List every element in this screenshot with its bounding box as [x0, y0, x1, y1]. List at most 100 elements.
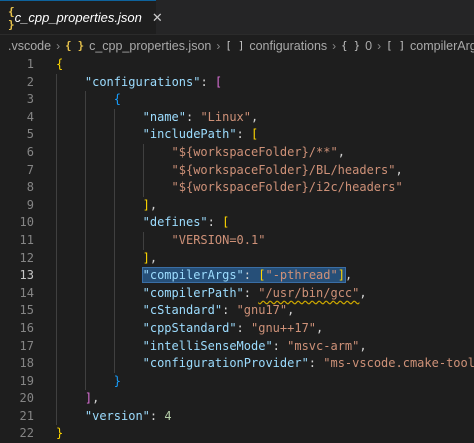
- code-content: "cppStandard": "gnu++17",: [143, 320, 324, 338]
- chevron-right-icon: ›: [377, 39, 382, 53]
- code-token: "${workspaceFolder}/BL/headers": [171, 162, 396, 177]
- code-content: {: [114, 91, 121, 109]
- line-number: 3: [26, 92, 34, 107]
- code-line[interactable]: 8 "${workspaceFolder}/i2c/headers": [0, 179, 474, 197]
- code-line[interactable]: 21 "version": 4: [0, 407, 474, 426]
- code-token: ,: [359, 338, 367, 353]
- code-line[interactable]: 5 "includePath": [: [0, 126, 474, 144]
- code-line[interactable]: 15 "cStandard": "gnu17",: [0, 302, 474, 320]
- code-content: "version": 4: [85, 408, 172, 426]
- indent-guide: [142, 179, 144, 197]
- breadcrumb: .vscode › { } c_cpp_properties.json › [ ] conf…: [0, 35, 474, 57]
- code-content: "name": "Linux",: [143, 109, 259, 127]
- code-line[interactable]: 12],: [0, 249, 474, 268]
- close-icon[interactable]: ✕: [152, 10, 163, 26]
- indent-guide: [113, 126, 115, 144]
- code-content: "cStandard": "gnu17",: [143, 302, 295, 320]
- line-number: 17: [19, 338, 34, 353]
- code-token: "configurationProvider": [142, 356, 309, 371]
- line-number: 14: [19, 285, 34, 300]
- code-line[interactable]: 2 "configurations": [: [0, 73, 474, 92]
- breadcrumb-item[interactable]: { } 0: [341, 39, 372, 53]
- code-line[interactable]: 7 "${workspaceFolder}/BL/headers",: [0, 161, 474, 180]
- indent-guide: [56, 337, 57, 356]
- code-token: [: [251, 127, 259, 142]
- code-token: }: [113, 373, 121, 388]
- code-token: ,: [316, 320, 324, 335]
- indent-guide: [84, 126, 86, 144]
- code-token: ,: [92, 391, 100, 406]
- code-line[interactable]: 11 "VERSION=0.1": [0, 231, 474, 250]
- code-token: "compilerArgs": [142, 268, 244, 283]
- line-number: 2: [26, 74, 34, 89]
- indent-guide: [113, 108, 115, 127]
- indent-guide: [84, 319, 86, 338]
- code-line[interactable]: 1{: [0, 56, 474, 74]
- code-line[interactable]: 9],: [0, 196, 474, 215]
- breadcrumb-item[interactable]: [ ] configurations: [225, 39, 327, 53]
- tab-bar: { } c_cpp_properties.json ✕: [0, 0, 474, 35]
- code-content: "compilerArgs": ["-pthread"],: [141, 267, 352, 285]
- code-token: ,: [149, 197, 158, 212]
- line-number: 20: [19, 391, 34, 406]
- line-number: 15: [19, 303, 34, 318]
- indent-guide: [84, 179, 86, 197]
- breadcrumb-label: .vscode: [8, 39, 52, 53]
- code-token: :: [207, 215, 223, 230]
- text-selection: "compilerArgs": ["-pthread"]: [141, 267, 346, 284]
- chevron-right-icon: ›: [332, 39, 337, 53]
- indent-guide: [84, 284, 86, 303]
- code-token: {: [56, 57, 64, 71]
- indent-guide: [113, 284, 115, 303]
- line-number: 4: [26, 109, 34, 124]
- code-line[interactable]: 13 "compilerArgs": ["-pthread"],: [0, 267, 474, 285]
- code-token: "intelliSenseMode": [142, 338, 273, 353]
- code-line[interactable]: 19}: [0, 372, 474, 391]
- code-token: "/usr/bin/gcc": [258, 285, 360, 300]
- breadcrumb-item[interactable]: { } c_cpp_properties.json: [65, 39, 211, 53]
- code-editor[interactable]: 1{2 "configurations": [3{4 "name": "Linux"…: [0, 56, 474, 443]
- code-content: "defines": [: [143, 214, 230, 232]
- code-line[interactable]: 4 "name": "Linux",: [0, 108, 474, 127]
- indent-guide: [56, 179, 57, 197]
- code-line[interactable]: 18 "configurationProvider": "ms-vscode.cm…: [0, 355, 474, 373]
- array-icon: [ ]: [386, 40, 406, 52]
- code-line[interactable]: 10 "defines": [: [0, 214, 474, 232]
- code-content: "configurationProvider": "ms-vscode.cmak…: [143, 355, 474, 373]
- indent-guide: [84, 337, 86, 356]
- line-number: 18: [19, 356, 34, 371]
- code-token: "compilerPath": [142, 285, 244, 300]
- indent-guide: [113, 267, 115, 285]
- code-token: "${workspaceFolder}/**": [171, 144, 338, 159]
- code-line[interactable]: 20],: [0, 390, 474, 408]
- code-line[interactable]: 14 "compilerPath": "/usr/bin/gcc",: [0, 284, 474, 303]
- indent-guide: [84, 161, 86, 180]
- breadcrumb-item[interactable]: .vscode: [8, 39, 51, 53]
- indent-guide: [84, 143, 86, 162]
- indent-guide: [56, 91, 57, 109]
- code-line[interactable]: 6 "${workspaceFolder}/**",: [0, 143, 474, 162]
- indent-guide: [56, 284, 57, 303]
- code-line[interactable]: 22}: [0, 425, 474, 443]
- code-line[interactable]: 3{: [0, 91, 474, 109]
- code-token: "msvc-arm": [287, 338, 360, 353]
- indent-guide: [56, 372, 57, 391]
- indent-guide: [56, 108, 57, 127]
- code-token: {: [113, 92, 121, 107]
- code-token: :: [185, 109, 201, 124]
- code-line[interactable]: 16 "cppStandard": "gnu++17",: [0, 319, 474, 338]
- indent-guide: [84, 267, 86, 285]
- code-token: "cStandard": [142, 303, 223, 318]
- indent-guide: [113, 214, 115, 232]
- line-number: 13: [19, 268, 34, 283]
- indent-guide: [113, 161, 115, 180]
- breadcrumb-label: configurations: [249, 39, 328, 53]
- code-token: :: [200, 74, 215, 89]
- code-line[interactable]: 17 "intelliSenseMode": "msvc-arm",: [0, 337, 474, 356]
- code-token: :: [243, 285, 259, 300]
- indent-guide: [56, 231, 57, 250]
- breadcrumb-item[interactable]: [ ] compilerArgs: [386, 39, 474, 53]
- code-token: "version": [84, 408, 150, 423]
- code-token: "-pthread": [265, 268, 338, 283]
- tab-c-cpp-properties[interactable]: { } c_cpp_properties.json ✕: [0, 0, 163, 34]
